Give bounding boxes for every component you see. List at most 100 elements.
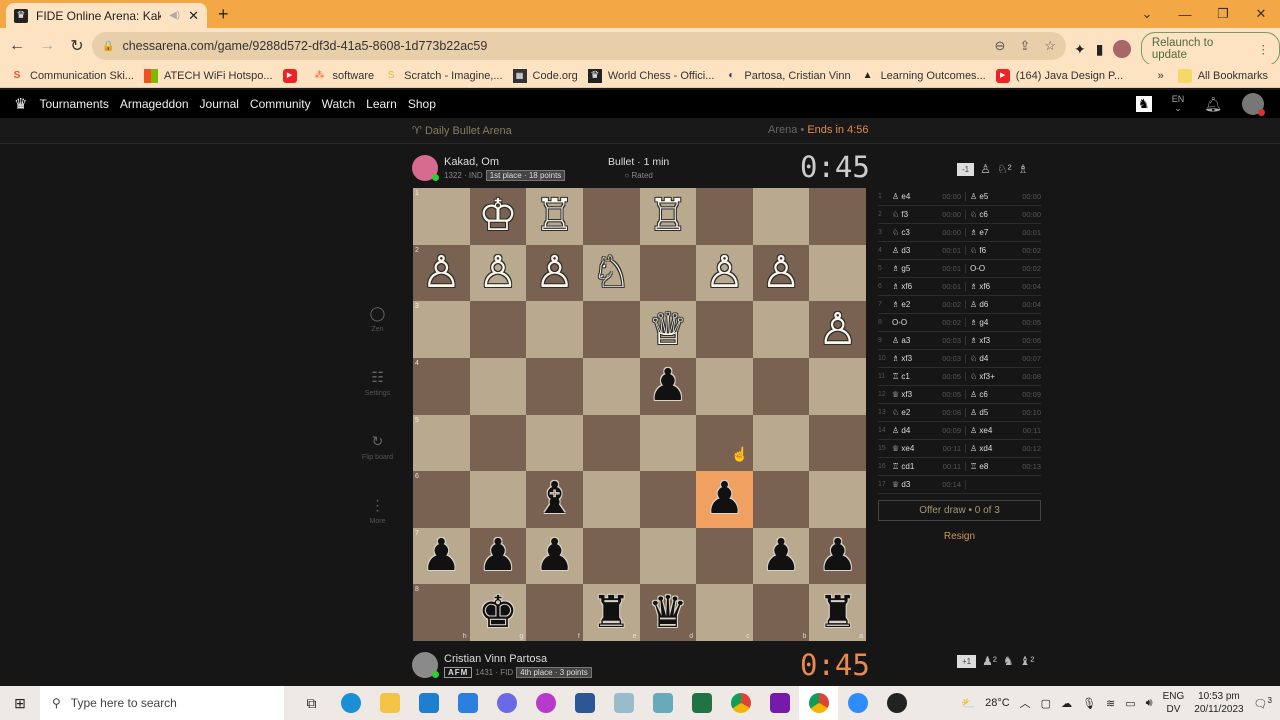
fide-logo-icon[interactable]: ♛ bbox=[14, 95, 27, 113]
top-player-avatar[interactable] bbox=[412, 155, 439, 181]
mic-icon[interactable]: 🎙︎ bbox=[1082, 697, 1096, 710]
white-move[interactable]: ♕ xe4 00:11 bbox=[892, 444, 966, 453]
extensions-icon[interactable]: ✦ bbox=[1074, 41, 1086, 58]
tray-chevron-icon[interactable]: ︿ bbox=[1020, 695, 1031, 711]
square-f7[interactable]: ♟ bbox=[526, 527, 583, 585]
forward-button[interactable]: → bbox=[34, 37, 60, 55]
bookmark-item[interactable]: ⁂ software bbox=[313, 69, 375, 83]
onedrive-icon[interactable]: ☁ bbox=[1061, 697, 1072, 710]
close-tab-icon[interactable]: ✕ bbox=[188, 8, 199, 24]
black-move[interactable]: ♙ xd4 00:12 bbox=[966, 444, 1041, 453]
top-player-name[interactable]: Kakad, Om bbox=[444, 156, 565, 168]
reload-button[interactable]: ↻ bbox=[64, 36, 90, 56]
square-f8[interactable]: f bbox=[526, 584, 583, 641]
square-c2[interactable]: ♙ bbox=[696, 244, 753, 302]
zoom-icon[interactable] bbox=[838, 686, 877, 720]
black-king-icon[interactable]: ♚ bbox=[478, 590, 517, 635]
white-move[interactable]: O-O 00:02 bbox=[892, 318, 966, 327]
task-view-icon[interactable]: ⧉ bbox=[292, 686, 331, 720]
square-g1[interactable]: ♔ bbox=[469, 188, 527, 245]
black-move[interactable]: ♗ xf3 00:06 bbox=[966, 336, 1041, 345]
square-e7[interactable] bbox=[582, 527, 640, 585]
square-h2[interactable]: 2 ♙ bbox=[413, 244, 470, 302]
white-move[interactable]: ♗ e2 00:02 bbox=[892, 300, 966, 309]
square-c7[interactable] bbox=[696, 527, 753, 585]
paint-icon[interactable] bbox=[604, 686, 643, 720]
relaunch-button[interactable]: Relaunch to update ⋮ bbox=[1140, 32, 1280, 66]
back-button[interactable]: ← bbox=[4, 37, 30, 55]
square-d1[interactable]: ♖ bbox=[639, 188, 697, 245]
menu-kebab-icon[interactable]: ⋮ bbox=[1258, 42, 1270, 56]
square-d4[interactable]: ♟ bbox=[639, 357, 697, 415]
all-bookmarks-button[interactable]: All Bookmarks bbox=[1177, 68, 1268, 83]
white-move[interactable]: ♖ c1 00:05 bbox=[892, 372, 966, 381]
white-move[interactable]: ♘ f3 00:00 bbox=[892, 210, 966, 219]
black-rook-icon[interactable]: ♜ bbox=[591, 590, 630, 635]
white-move[interactable]: ♕ d3 00:14 bbox=[892, 480, 966, 489]
chess-board[interactable]: 1 ♔ ♖ ♖ 2 ♙ ♙ ♙ ♘ ♙ ♙ 3 ♕ ♙ 4 ♟ 5 6 ♝ ♟ 7 ♟ ♟ ♟ ♟ ♟ 8 h g ♚ f e ♜ d ♛ c b a ♜ bbox=[413, 188, 866, 641]
edge-icon[interactable] bbox=[331, 686, 370, 720]
square-f4[interactable] bbox=[526, 357, 583, 415]
square-e2[interactable]: ♘ bbox=[582, 244, 640, 302]
black-move[interactable]: ♙ d6 00:04 bbox=[966, 300, 1041, 309]
notifications-icon[interactable]: 🗨︎3 bbox=[1254, 696, 1272, 711]
square-f1[interactable]: ♖ bbox=[526, 188, 583, 245]
minimize-button[interactable]: — bbox=[1166, 7, 1204, 22]
black-rook-icon[interactable]: ♜ bbox=[818, 590, 857, 635]
square-a7[interactable]: ♟ bbox=[809, 527, 866, 585]
white-pawn-icon[interactable]: ♙ bbox=[478, 250, 517, 295]
side-panel-icon[interactable]: ▮ bbox=[1096, 41, 1104, 58]
square-b8[interactable]: b bbox=[752, 584, 810, 641]
black-pawn-icon[interactable]: ♟ bbox=[422, 534, 461, 578]
weather-temp[interactable]: 28°C bbox=[985, 697, 1010, 709]
bottom-player-avatar[interactable] bbox=[412, 652, 439, 678]
black-pawn-icon[interactable]: ♟ bbox=[761, 534, 800, 578]
white-pawn-icon[interactable]: ♙ bbox=[535, 250, 574, 295]
square-g3[interactable] bbox=[469, 301, 527, 358]
black-move[interactable]: ♗ xf6 00:04 bbox=[966, 282, 1041, 291]
square-b5[interactable] bbox=[752, 414, 810, 472]
square-h8[interactable]: 8h bbox=[413, 584, 470, 641]
wifi-icon[interactable]: ≋ bbox=[1106, 697, 1115, 710]
square-f3[interactable] bbox=[526, 301, 583, 358]
square-h3[interactable]: 3 bbox=[413, 301, 470, 358]
white-move[interactable]: ♗ xf3 00:03 bbox=[892, 354, 966, 363]
white-pawn-icon[interactable]: ♙ bbox=[818, 307, 857, 352]
settings-button[interactable]: ☷ Settings bbox=[365, 369, 390, 433]
black-move[interactable]: ♘ d4 00:07 bbox=[966, 354, 1041, 363]
bookmark-item[interactable]: S Scratch - Imagine,... bbox=[384, 69, 503, 83]
square-h7[interactable]: 7 ♟ bbox=[413, 527, 470, 585]
nav-watch[interactable]: Watch bbox=[322, 97, 356, 111]
square-a3[interactable]: ♙ bbox=[809, 301, 866, 358]
square-f5[interactable] bbox=[526, 414, 583, 472]
file-explorer-icon[interactable] bbox=[370, 686, 409, 720]
close-window-button[interactable]: ✕ bbox=[1242, 6, 1280, 22]
square-g4[interactable] bbox=[469, 357, 527, 415]
square-b7[interactable]: ♟ bbox=[752, 527, 810, 585]
meet-icon[interactable]: ▢ bbox=[1041, 697, 1051, 710]
white-knight-icon[interactable]: ♘ bbox=[591, 250, 630, 295]
square-e3[interactable] bbox=[582, 301, 640, 358]
square-e5[interactable] bbox=[582, 414, 640, 472]
square-h5[interactable]: 5 bbox=[413, 414, 470, 472]
black-move[interactable]: ♙ e5 00:00 bbox=[966, 192, 1041, 201]
square-b3[interactable] bbox=[752, 301, 810, 358]
nav-learn[interactable]: Learn bbox=[366, 97, 397, 111]
profile-avatar[interactable] bbox=[1113, 40, 1131, 58]
square-c8[interactable]: c bbox=[696, 584, 753, 641]
windows-start-icon[interactable]: ⊞ bbox=[0, 695, 40, 712]
volume-icon[interactable]: 🔊︎ bbox=[1146, 697, 1153, 710]
square-c3[interactable] bbox=[696, 301, 753, 358]
nav-armageddon[interactable]: Armageddon bbox=[120, 97, 189, 111]
zoom-out-icon[interactable]: ⊖ bbox=[995, 38, 1006, 54]
white-pawn-icon[interactable]: ♙ bbox=[422, 250, 461, 295]
white-move[interactable]: ♗ xf6 00:01 bbox=[892, 282, 966, 291]
black-move[interactable]: ♖ e8 00:13 bbox=[966, 462, 1041, 471]
zen-button[interactable]: ◯ Zen bbox=[370, 305, 386, 369]
bookmark-star-icon[interactable]: ☆ bbox=[1044, 38, 1056, 54]
square-d2[interactable] bbox=[639, 244, 697, 302]
square-c1[interactable] bbox=[696, 188, 753, 245]
taskbar-search[interactable]: ⚲ Type here to search bbox=[40, 686, 284, 720]
square-c4[interactable] bbox=[696, 357, 753, 415]
white-queen-icon[interactable]: ♕ bbox=[648, 307, 687, 352]
